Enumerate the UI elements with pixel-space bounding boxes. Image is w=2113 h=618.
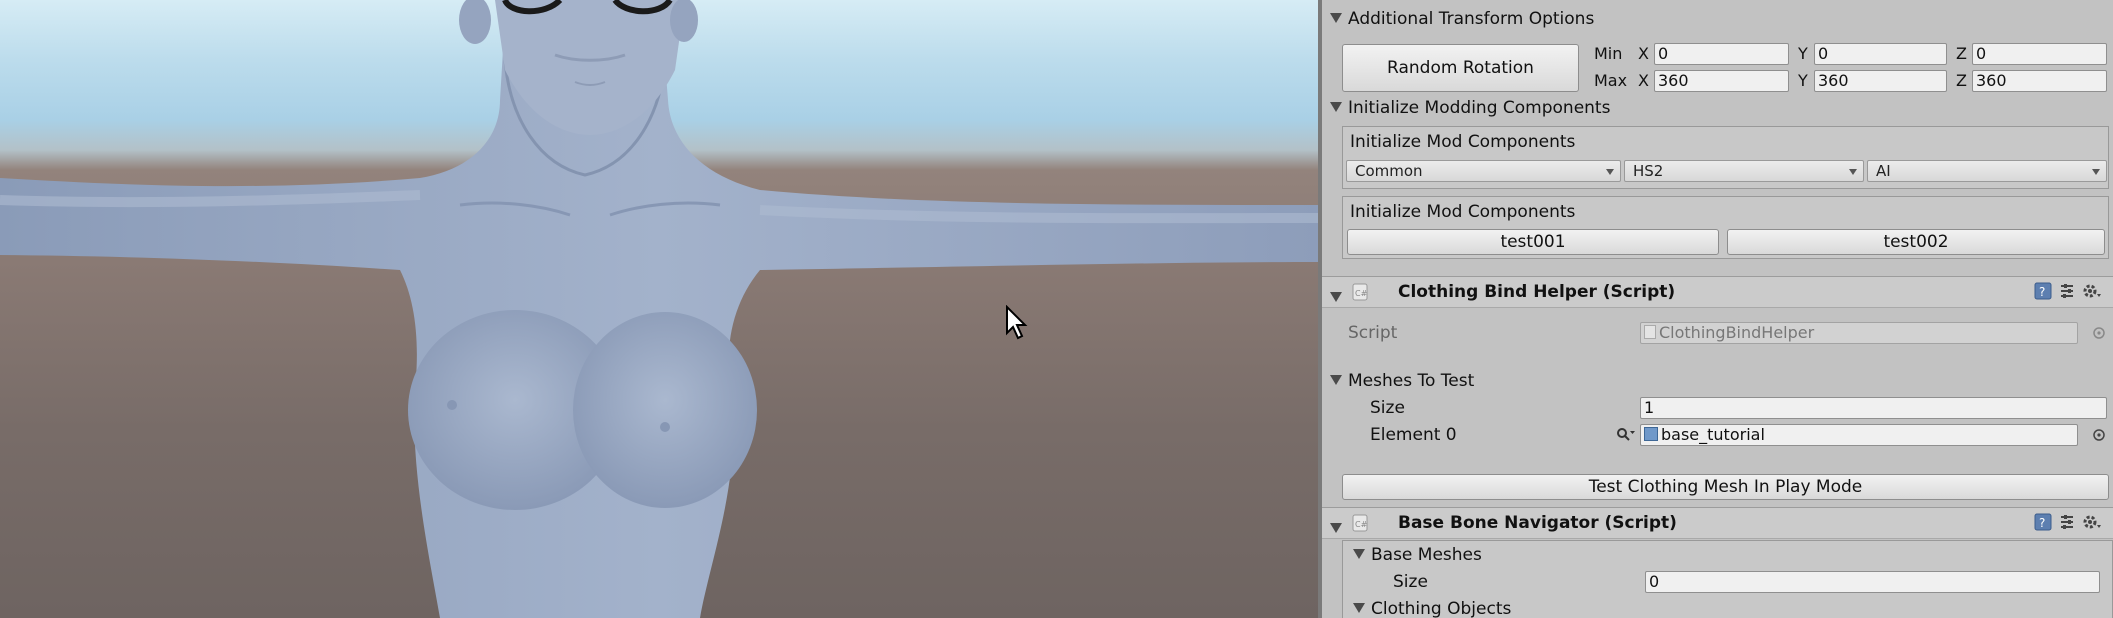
preset-icon[interactable] [2058, 282, 2076, 300]
script-field: ClothingBindHelper [1640, 322, 2078, 344]
foldout-arrow-icon [1353, 603, 1365, 613]
object-picker-icon [2093, 327, 2105, 339]
script-component-icon: C# [1352, 514, 1368, 532]
clothing-bind-header[interactable]: C# Clothing Bind Helper (Script) ? [1322, 276, 2113, 308]
dropdown-ai[interactable]: AI [1867, 160, 2107, 182]
base-meshes-foldout[interactable]: Base Meshes [1353, 544, 1482, 566]
dropdown-hs2[interactable]: HS2 [1624, 160, 1864, 182]
scene-viewport[interactable] [0, 0, 1318, 618]
base-meshes-size-field[interactable]: 0 [1645, 571, 2100, 593]
element-0-label: Element 0 [1370, 425, 1457, 445]
dropdown-arrow-icon [2092, 169, 2100, 175]
dropdown-common-value: Common [1355, 162, 1423, 180]
max-x-label: X [1638, 71, 1649, 90]
preset-icon[interactable] [2058, 513, 2076, 531]
min-x-label: X [1638, 44, 1649, 63]
foldout-arrow-icon [1353, 549, 1365, 559]
min-z-label: Z [1956, 44, 1967, 63]
base-meshes-title: Base Meshes [1371, 545, 1482, 565]
mouse-cursor-icon [1006, 305, 1028, 340]
max-y-field[interactable]: 360 [1814, 70, 1947, 92]
dropdown-hs2-value: HS2 [1633, 162, 1664, 180]
script-field-value: ClothingBindHelper [1659, 323, 1815, 342]
dropdown-arrow-icon [1849, 169, 1857, 175]
foldout-arrow-icon [1330, 375, 1342, 385]
search-icon[interactable] [1616, 427, 1636, 443]
svg-text:?: ? [2039, 516, 2045, 530]
dropdown-arrow-icon [1606, 169, 1614, 175]
init-mod-box-2: Initialize Mod Components test001 test00… [1342, 196, 2109, 259]
base-meshes-size-label: Size [1393, 572, 1428, 592]
foldout-arrow-icon [1330, 523, 1342, 533]
min-y-field[interactable]: 0 [1814, 43, 1947, 65]
min-x-field[interactable]: 0 [1654, 43, 1789, 65]
gear-icon[interactable] [2082, 282, 2102, 300]
character-model [0, 0, 1318, 618]
inspector-panel: Additional Transform Options Random Rota… [1322, 0, 2113, 618]
svg-text:C#: C# [1355, 289, 1368, 298]
element-0-value: base_tutorial [1661, 425, 1765, 444]
test001-button[interactable]: test001 [1347, 229, 1719, 255]
max-z-label: Z [1956, 71, 1967, 90]
init-mod-box-1: Initialize Mod Components Common HS2 AI [1342, 126, 2109, 189]
script-label: Script [1348, 323, 1398, 343]
foldout-arrow-icon [1330, 13, 1342, 23]
foldout-arrow-icon [1330, 102, 1342, 112]
dropdown-ai-value: AI [1876, 162, 1891, 180]
foldout-arrow-icon [1330, 292, 1342, 302]
min-label: Min [1594, 44, 1623, 63]
max-z-field[interactable]: 360 [1972, 70, 2107, 92]
dropdown-common[interactable]: Common [1346, 160, 1621, 182]
element-0-field[interactable]: base_tutorial [1640, 424, 2078, 446]
max-y-label: Y [1798, 71, 1808, 90]
meshes-to-test-foldout[interactable]: Meshes To Test [1330, 370, 1474, 392]
gear-icon[interactable] [2082, 513, 2102, 531]
clothing-bind-title: Clothing Bind Helper (Script) [1398, 282, 1676, 302]
init-mod-box-2-title: Initialize Mod Components [1350, 202, 1576, 222]
clothing-objects-foldout[interactable]: Clothing Objects [1353, 598, 1511, 618]
init-mod-box-1-title: Initialize Mod Components [1350, 132, 1576, 152]
script-component-icon: C# [1352, 283, 1368, 301]
test-clothing-mesh-button[interactable]: Test Clothing Mesh In Play Mode [1342, 474, 2109, 500]
test002-button[interactable]: test002 [1727, 229, 2105, 255]
meshes-to-test-title: Meshes To Test [1348, 371, 1475, 391]
base-bone-title: Base Bone Navigator (Script) [1398, 513, 1677, 533]
mesh-object-icon [1644, 427, 1658, 441]
meshes-size-label: Size [1370, 398, 1405, 418]
meshes-size-field[interactable]: 1 [1640, 397, 2107, 419]
max-x-field[interactable]: 360 [1654, 70, 1789, 92]
help-icon[interactable]: ? [2034, 513, 2052, 531]
min-z-field[interactable]: 0 [1972, 43, 2107, 65]
script-file-icon [1644, 325, 1656, 339]
svg-text:?: ? [2039, 285, 2045, 299]
init-modding-title: Initialize Modding Components [1348, 98, 1611, 118]
max-label: Max [1594, 71, 1628, 90]
random-rotation-button[interactable]: Random Rotation [1342, 44, 1579, 92]
help-icon[interactable]: ? [2034, 282, 2052, 300]
additional-transform-title: Additional Transform Options [1348, 9, 1595, 29]
additional-transform-foldout[interactable]: Additional Transform Options [1330, 8, 1594, 30]
clothing-objects-title: Clothing Objects [1371, 599, 1512, 618]
init-modding-foldout[interactable]: Initialize Modding Components [1330, 97, 1610, 119]
min-y-label: Y [1798, 44, 1808, 63]
base-bone-body: Base Meshes Size 0 Clothing Objects [1342, 540, 2113, 618]
base-bone-header[interactable]: C# Base Bone Navigator (Script) ? [1322, 507, 2113, 539]
svg-text:C#: C# [1355, 520, 1368, 529]
object-picker-icon[interactable] [2092, 428, 2106, 442]
